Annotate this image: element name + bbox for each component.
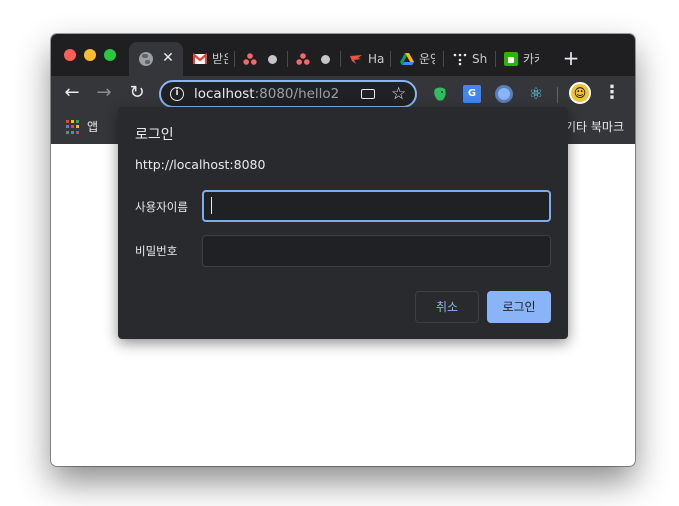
asana-icon xyxy=(243,53,257,65)
tab-asana-2[interactable] xyxy=(290,42,340,76)
unsaved-indicator-icon xyxy=(321,55,330,64)
google-drive-icon xyxy=(400,53,414,65)
react-devtools-icon[interactable]: ⚛ xyxy=(527,85,545,103)
dialog-origin: http://localhost:8080 xyxy=(135,157,266,172)
tab-gmail[interactable]: 받은 xyxy=(187,42,233,76)
url-path: :8080/hello2 xyxy=(254,86,340,102)
login-dialog: 로그인 http://localhost:8080 사용자이름 비밀번호 취소 … xyxy=(118,107,568,339)
password-label: 비밀번호 xyxy=(135,244,178,258)
tab-label: 운영 xyxy=(419,52,435,66)
toolbar: ← → ↻ i localhost:8080/hello2 ☆ G ⚛ ☺ ⋮ xyxy=(51,76,635,110)
tab-label: Sh xyxy=(472,52,488,66)
bird-icon xyxy=(350,55,362,64)
bookmark-star-icon[interactable]: ☆ xyxy=(391,84,406,104)
green-app-icon xyxy=(504,52,518,66)
tab-separator xyxy=(234,51,235,67)
other-bookmarks[interactable]: 기타 북마크 xyxy=(565,118,624,136)
tab-sh[interactable]: Sh xyxy=(447,42,493,76)
extension-circle-icon[interactable] xyxy=(495,85,513,103)
unsaved-indicator-icon xyxy=(268,55,277,64)
tab-asana-1[interactable] xyxy=(237,42,287,76)
asana-icon xyxy=(296,53,310,65)
url-text[interactable]: localhost:8080/hello2 xyxy=(194,86,339,103)
forward-button[interactable]: → xyxy=(93,82,115,104)
tab-ha[interactable]: Ha xyxy=(343,42,389,76)
tab-separator xyxy=(287,51,288,67)
google-translate-icon[interactable]: G xyxy=(463,85,481,103)
tab-drive[interactable]: 운영 xyxy=(394,42,440,76)
new-tab-button[interactable]: + xyxy=(561,47,581,69)
window-minimize-button[interactable] xyxy=(84,49,96,61)
dots-icon xyxy=(453,53,467,66)
info-icon[interactable]: i xyxy=(170,87,184,101)
toolbar-separator xyxy=(557,87,558,103)
login-button[interactable]: 로그인 xyxy=(487,291,551,323)
profile-avatar[interactable]: ☺ xyxy=(569,82,591,104)
more-menu-icon[interactable]: ⋮ xyxy=(603,82,621,104)
password-field[interactable] xyxy=(202,235,551,267)
reload-button[interactable]: ↻ xyxy=(126,82,148,104)
apps-grid-icon[interactable] xyxy=(66,120,80,134)
gmail-icon xyxy=(193,53,207,64)
close-tab-icon[interactable]: ✕ xyxy=(160,49,176,67)
address-bar[interactable]: i localhost:8080/hello2 ☆ xyxy=(159,80,417,108)
tab-label: Ha xyxy=(368,52,384,66)
back-button[interactable]: ← xyxy=(61,82,83,104)
tab-strip: ✕ 받은 xyxy=(51,34,635,76)
url-host: localhost xyxy=(194,86,255,102)
dialog-title: 로그인 xyxy=(135,127,174,143)
username-label: 사용자이름 xyxy=(135,200,188,214)
tab-label: 카카 xyxy=(523,52,539,66)
window-maximize-button[interactable] xyxy=(104,49,116,61)
cancel-button[interactable]: 취소 xyxy=(415,291,479,323)
tab-label: 받은 xyxy=(212,52,228,66)
tab-separator xyxy=(390,51,391,67)
tab-kakao[interactable]: 카카 xyxy=(498,42,544,76)
globe-icon xyxy=(139,52,153,66)
username-field[interactable] xyxy=(202,190,551,222)
tab-active[interactable]: ✕ xyxy=(129,42,183,76)
text-caret xyxy=(211,197,212,214)
tab-separator xyxy=(443,51,444,67)
apps-bookmark[interactable]: 앱 xyxy=(87,118,98,136)
tab-separator xyxy=(340,51,341,67)
cast-icon[interactable] xyxy=(361,89,375,99)
window-close-button[interactable] xyxy=(64,49,76,61)
evernote-icon[interactable] xyxy=(431,85,449,103)
tab-separator xyxy=(495,51,496,67)
